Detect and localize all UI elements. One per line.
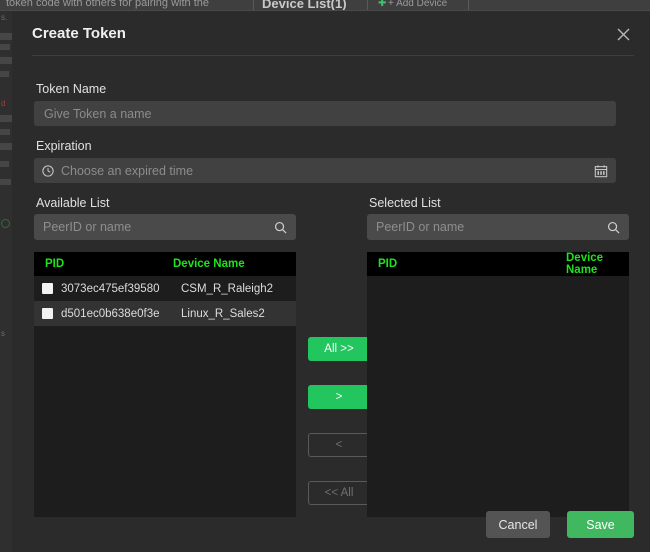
background-strip-text: s	[1, 329, 5, 338]
background-help-text: token code with others for pairing with …	[6, 0, 210, 9]
selected-search-box[interactable]	[367, 214, 629, 240]
create-token-dialog: Create Token Token Name Expiration Choos…	[12, 11, 650, 552]
toolbar-divider	[253, 0, 254, 10]
expiration-label: Expiration	[36, 139, 92, 153]
selected-search-input[interactable]	[376, 220, 607, 234]
background-add-device-label: + Add Device	[388, 0, 448, 9]
available-list-body: 3073ec475ef39580 CSM_R_Raleigh2 d501ec0b63…	[34, 276, 296, 326]
cancel-button[interactable]: Cancel	[486, 511, 550, 538]
selected-list-panel: PID Device Name	[367, 252, 629, 517]
token-name-label: Token Name	[36, 82, 107, 96]
row-checkbox[interactable]	[42, 283, 53, 294]
cell-device-name: CSM_R_Raleigh2	[181, 282, 274, 295]
column-header-device-name: Device Name	[566, 252, 604, 276]
dialog-body: Token Name Expiration Choose an expired …	[12, 56, 650, 517]
cell-pid: 3073ec475ef39580	[61, 282, 160, 295]
available-search-box[interactable]	[34, 214, 296, 240]
background-strip-block	[0, 44, 10, 50]
transfer-button-all[interactable]: All >>	[308, 337, 370, 361]
toolbar-divider	[468, 0, 469, 10]
dialog-title: Create Token	[32, 25, 126, 42]
transfer-button-group: All >> > < << All	[308, 252, 370, 517]
background-strip-block	[0, 71, 9, 77]
background-strip-block	[0, 161, 9, 167]
background-strip-text: s.	[1, 13, 8, 22]
toolbar-divider	[367, 0, 368, 10]
cell-device-name: Linux_R_Sales2	[181, 307, 265, 320]
selected-list-label: Selected List	[369, 196, 441, 210]
available-list-panel: PID Device Name 3073ec475ef39580 CSM_R_Ra…	[34, 252, 296, 517]
column-header-pid: PID	[45, 258, 65, 270]
dialog-header: Create Token	[12, 11, 650, 56]
token-name-input[interactable]	[34, 101, 616, 126]
calendar-icon[interactable]	[594, 164, 608, 178]
column-header-device-name: Device Name	[173, 258, 245, 270]
cell-pid: d501ec0b638e0f3e	[61, 307, 160, 320]
row-checkbox[interactable]	[42, 308, 53, 319]
available-list-label: Available List	[36, 196, 110, 210]
table-row[interactable]: d501ec0b638e0f3e Linux_R_Sales2	[34, 301, 296, 326]
available-list-header: PID Device Name	[34, 252, 296, 276]
background-device-list-title: Device List(1)	[262, 0, 347, 11]
background-strip-block	[0, 179, 11, 185]
background-strip-block	[0, 129, 10, 135]
background-strip-text: d	[1, 99, 6, 108]
dialog-footer: Cancel Save	[12, 496, 650, 552]
save-button[interactable]: Save	[567, 511, 634, 538]
background-sidebar-strip: s. d s	[0, 11, 12, 552]
background-strip-block	[0, 115, 12, 122]
background-strip-ring-icon	[1, 219, 10, 228]
background-strip-block	[0, 57, 12, 64]
close-icon[interactable]	[612, 23, 634, 45]
clock-icon	[42, 164, 54, 177]
column-header-pid: PID	[378, 258, 398, 270]
transfer-button-: <	[308, 433, 370, 457]
expiration-input[interactable]: Choose an expired time	[34, 158, 616, 183]
table-row[interactable]: 3073ec475ef39580 CSM_R_Raleigh2	[34, 276, 296, 301]
transfer-button-[interactable]: >	[308, 385, 370, 409]
background-strip-block	[0, 33, 12, 40]
search-icon[interactable]	[274, 221, 287, 234]
search-icon[interactable]	[607, 221, 620, 234]
background-toolbar: token code with others for pairing with …	[0, 0, 650, 11]
expiration-placeholder: Choose an expired time	[61, 163, 194, 178]
selected-list-header: PID Device Name	[367, 252, 629, 276]
available-search-input[interactable]	[43, 220, 274, 234]
background-strip-block	[0, 143, 12, 150]
plus-icon: ✚	[378, 0, 387, 9]
